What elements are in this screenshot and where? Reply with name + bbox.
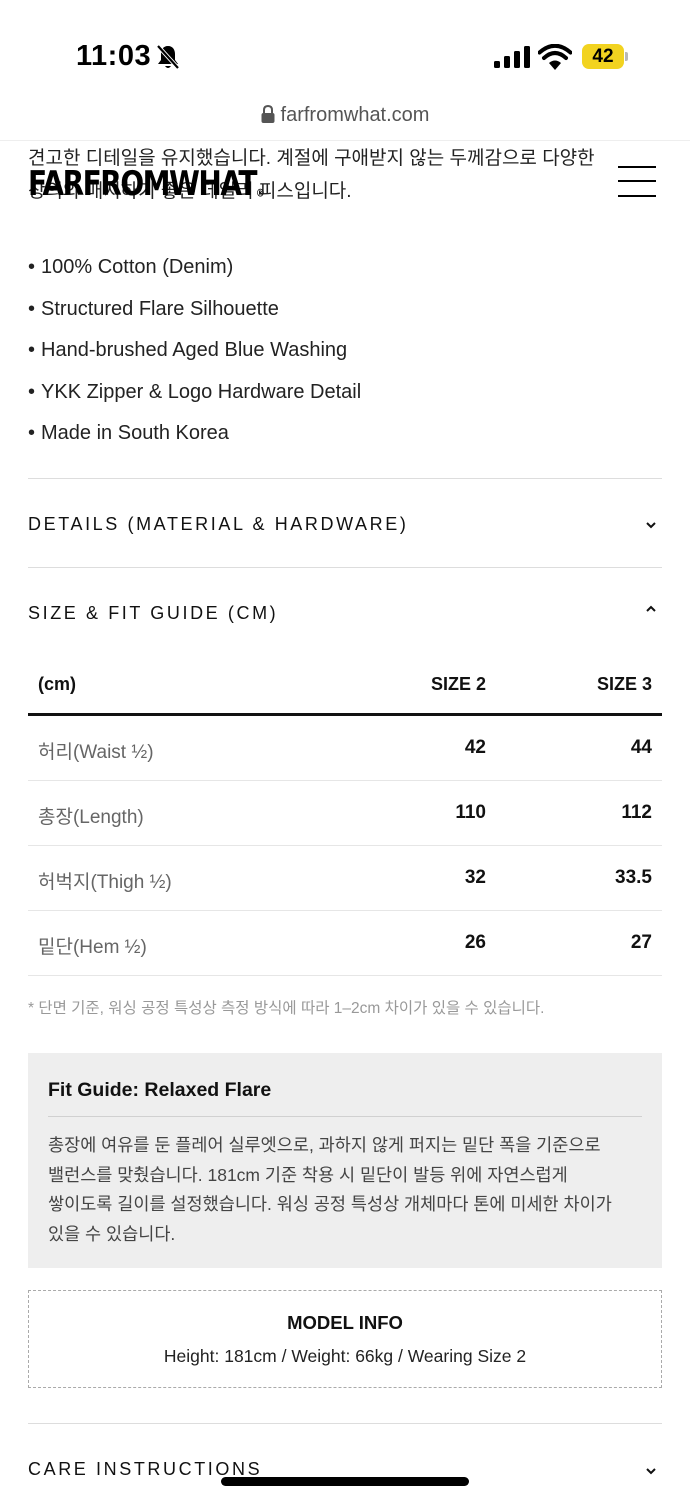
- url-text: farfromwhat.com: [280, 104, 430, 127]
- address-bar[interactable]: farfromwhat.com: [0, 104, 690, 138]
- accordion-size-fit-title[interactable]: SIZE & FIT GUIDE (CM): [28, 603, 278, 624]
- product-features-list: 100% Cotton (Denim) Structured Flare Sil…: [28, 247, 361, 455]
- fit-guide-body: 총장에 여유를 둔 플레어 실루엣으로, 과하지 않게 퍼지는 밑단 폭을 기준…: [48, 1131, 644, 1249]
- status-bar: 11:03 42: [0, 0, 690, 100]
- row-size3-value: 33.5: [615, 867, 652, 888]
- battery-tip: [625, 52, 628, 61]
- feature-item: Made in South Korea: [28, 413, 361, 455]
- feature-item: Hand-brushed Aged Blue Washing: [28, 330, 361, 372]
- section-divider: [28, 1423, 662, 1424]
- section-divider: [28, 567, 662, 568]
- fit-guide-line: 총장에 여유를 둔 플레어 실루엣으로, 과하지 않게 퍼지는 밑단 폭을 기준…: [48, 1135, 601, 1155]
- row-label: 밑단(Hem ½): [38, 937, 147, 958]
- model-info-title: MODEL INFO: [287, 1312, 403, 1333]
- feature-item: Structured Flare Silhouette: [28, 289, 361, 331]
- row-size3-value: 112: [621, 802, 652, 823]
- model-info-body: Height: 181cm / Weight: 66kg / Wearing S…: [163, 1346, 527, 1366]
- fit-guide-box: Fit Guide: Relaxed Flare 총장에 여유를 둔 플레어 실…: [28, 1053, 662, 1268]
- row-size2-value: 26: [464, 932, 486, 953]
- feature-item: YKK Zipper & Logo Hardware Detail: [28, 372, 361, 414]
- size-table-header-size3: SIZE 3: [596, 674, 652, 694]
- table-row: 총장(Length) 110 112: [28, 781, 662, 846]
- table-row: 허리(Waist ½) 42 44: [28, 716, 662, 781]
- lock-icon: [261, 105, 275, 123]
- chevron-up-icon[interactable]: [644, 604, 658, 614]
- site-logo[interactable]: FARFROMWHAT®: [28, 164, 265, 204]
- accordion-details-title[interactable]: DETAILS (MATERIAL & HARDWARE): [28, 514, 408, 535]
- status-time: 11:03: [76, 40, 152, 72]
- cellular-signal-icon: [494, 46, 530, 68]
- row-size3-value: 27: [630, 932, 652, 953]
- chevron-down-icon[interactable]: [644, 520, 658, 530]
- hamburger-menu-icon[interactable]: [618, 166, 656, 198]
- fit-guide-title: Fit Guide: Relaxed Flare: [48, 1079, 272, 1101]
- row-size2-value: 42: [464, 737, 486, 758]
- size-table-header-unit: (cm): [38, 674, 77, 694]
- row-label: 허벅지(Thigh ½): [38, 872, 172, 893]
- section-divider: [28, 478, 662, 479]
- row-size3-value: 44: [630, 737, 652, 758]
- table-row: 허벅지(Thigh ½) 32 33.5: [28, 846, 662, 911]
- fit-guide-line: 밸런스를 맞췄습니다. 181cm 기준 착용 시 밑단이 발등 위에 자연스럽…: [48, 1164, 568, 1185]
- row-size2-value: 110: [455, 802, 486, 823]
- table-row: 밑단(Hem ½) 26 27: [28, 911, 662, 976]
- battery-icon: 42: [582, 44, 628, 69]
- logo-text: FARFROMWHAT: [28, 164, 257, 204]
- address-bar-divider: [0, 140, 690, 141]
- home-indicator[interactable]: [221, 1477, 469, 1486]
- wifi-icon: [538, 44, 572, 70]
- bell-slash-icon: [156, 44, 180, 70]
- size-table-note: * 단면 기준, 워싱 공정 특성상 측정 방식에 따라 1–2cm 차이가 있…: [28, 1000, 545, 1017]
- model-info-box: MODEL INFO Height: 181cm / Weight: 66kg …: [28, 1290, 662, 1388]
- size-table-header-size2: SIZE 2: [430, 674, 486, 694]
- chevron-down-icon[interactable]: [644, 1466, 658, 1476]
- feature-item: 100% Cotton (Denim): [28, 247, 361, 289]
- row-label: 총장(Length): [38, 807, 144, 828]
- row-label: 허리(Waist ½): [38, 742, 154, 763]
- fit-guide-line: 쌓이도록 길이를 설정했습니다. 워싱 공정 특성상 개체마다 톤에 미세한 차…: [48, 1194, 612, 1214]
- fit-guide-line: 있을 수 있습니다.: [48, 1223, 176, 1244]
- logo-registered-mark: ®: [255, 188, 265, 200]
- row-size2-value: 32: [464, 867, 486, 888]
- size-table-header: (cm) SIZE 2 SIZE 3: [28, 670, 662, 700]
- fit-guide-divider: [48, 1116, 642, 1117]
- battery-level: 42: [582, 44, 624, 69]
